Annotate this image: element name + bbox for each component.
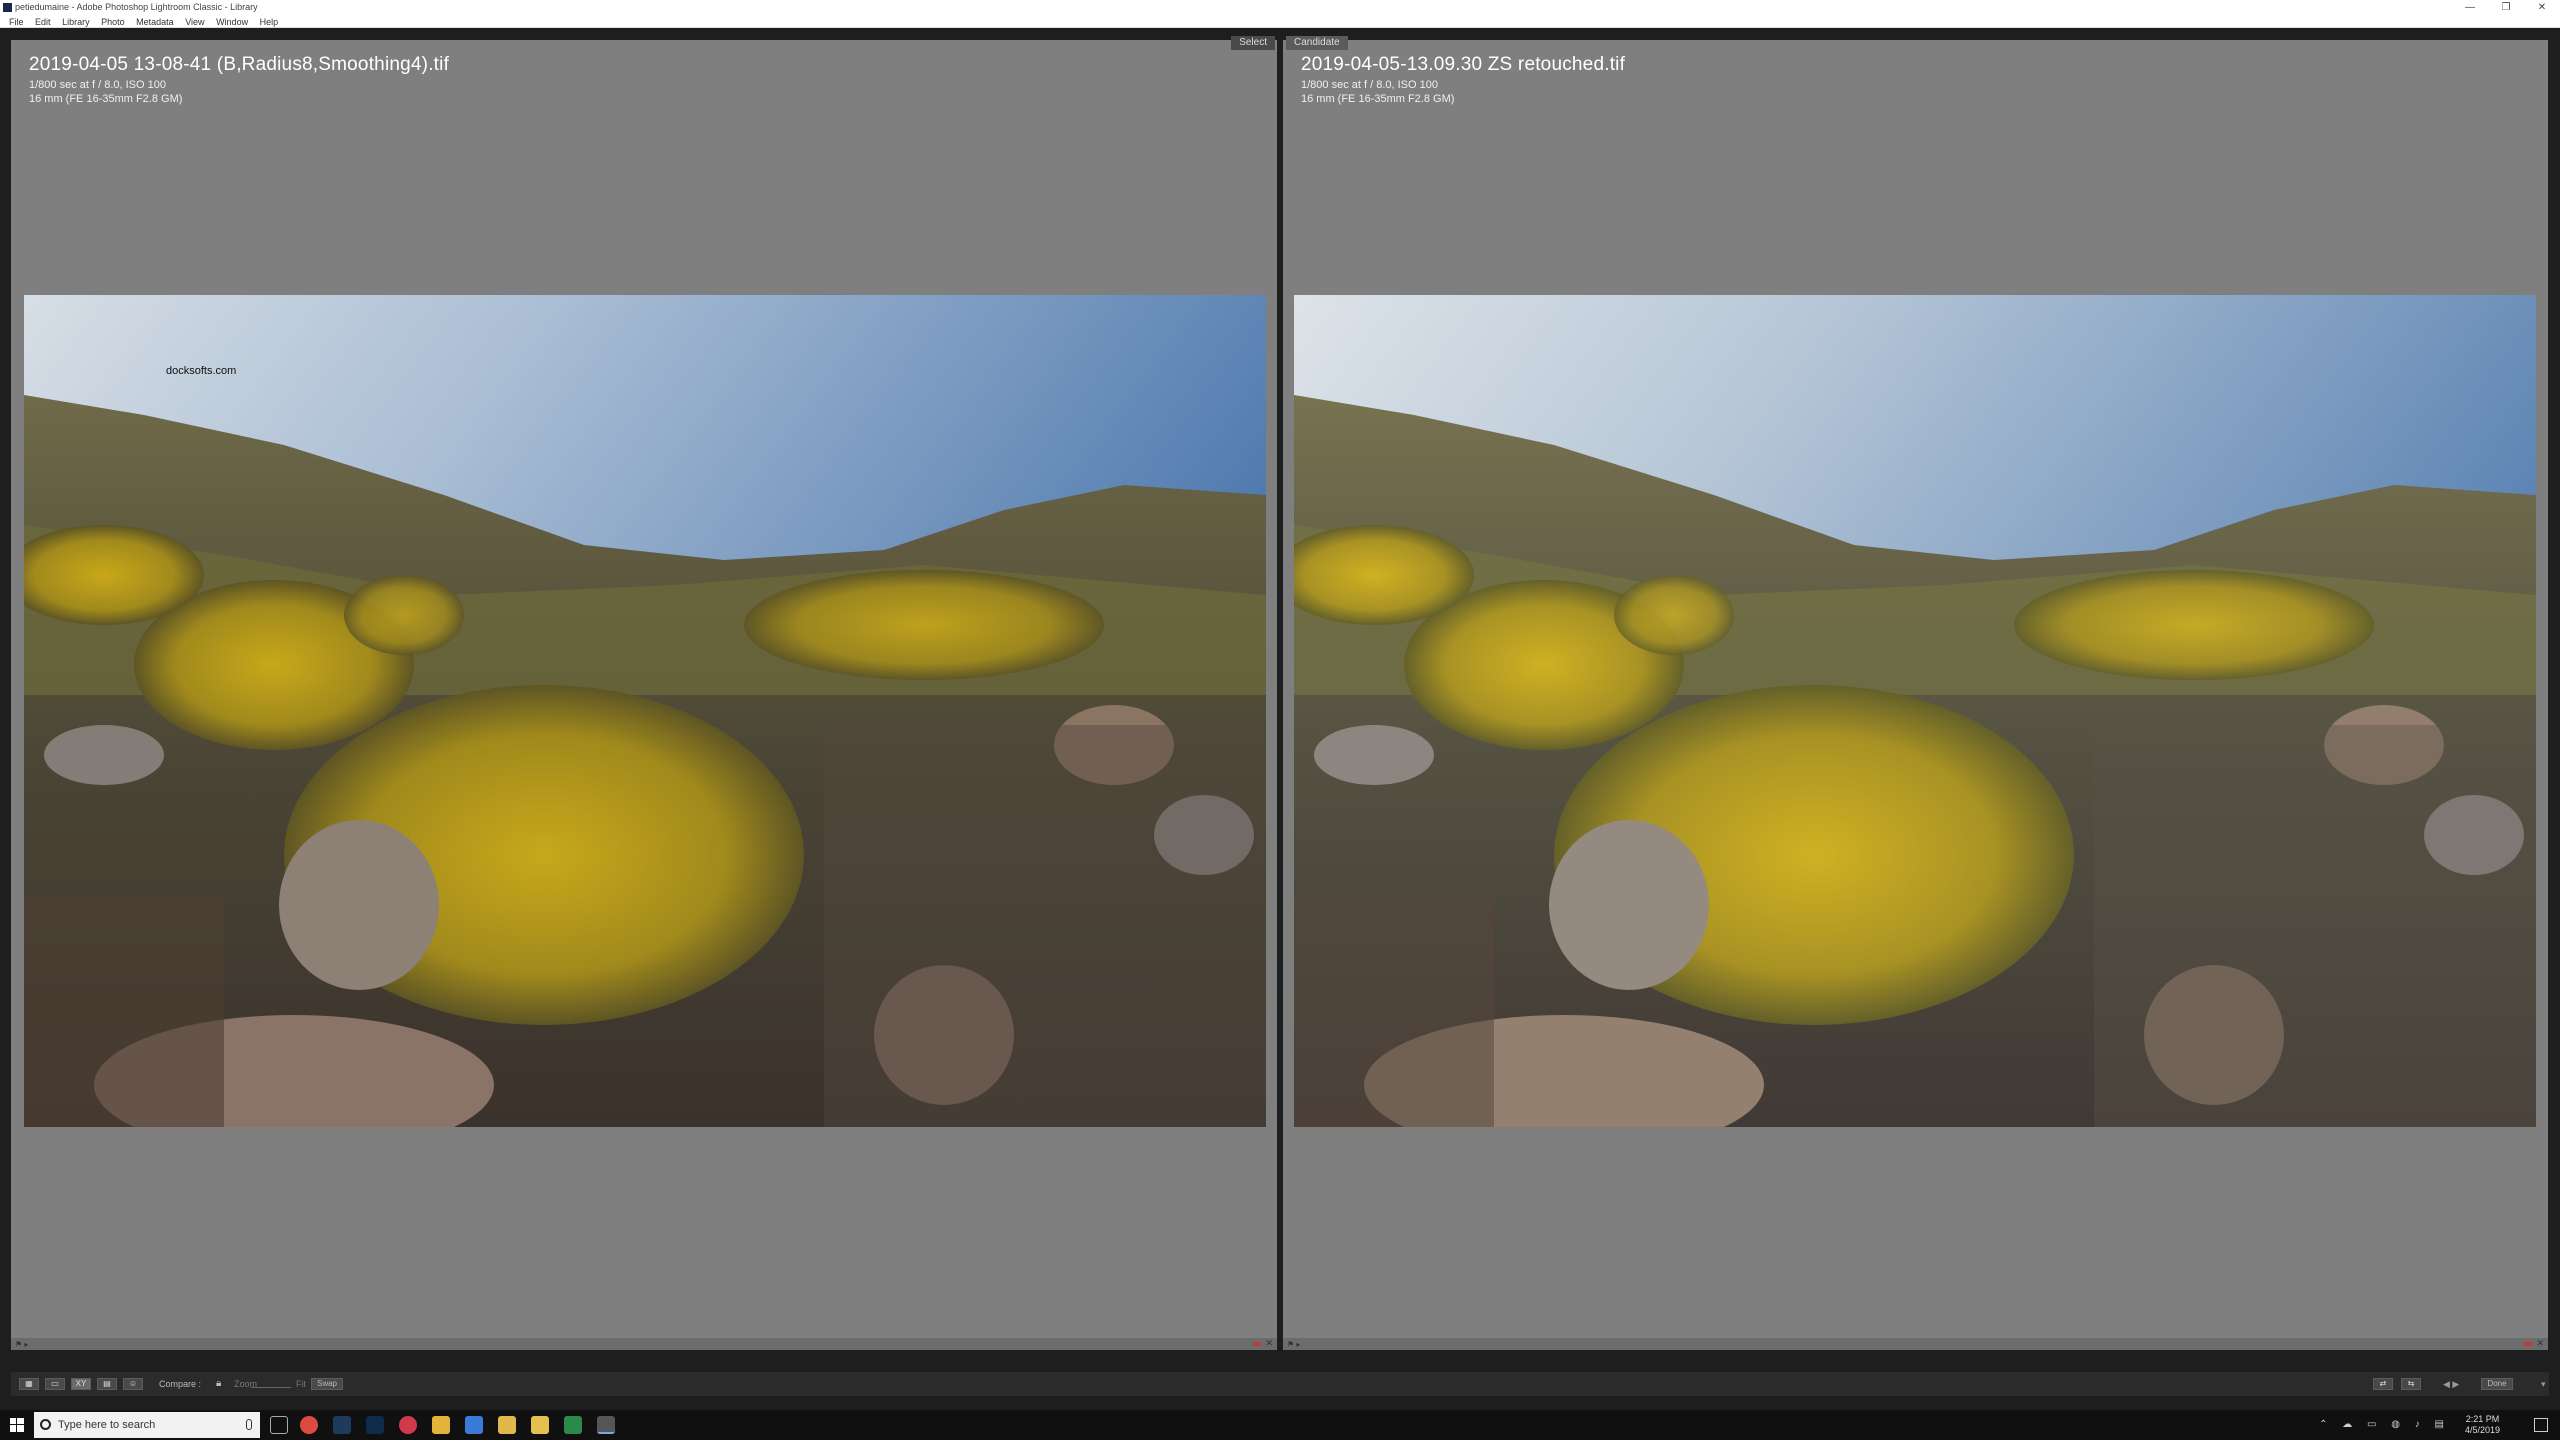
- clock-date: 4/5/2019: [2464, 1425, 2500, 1435]
- windows-start-icon[interactable]: [10, 1418, 24, 1432]
- title-bar: petiedumaine - Adobe Photoshop Lightroom…: [0, 0, 2560, 16]
- taskbar-search-box[interactable]: Type here to search: [34, 1412, 260, 1438]
- cortana-icon: [40, 1419, 51, 1430]
- app-icon-3[interactable]: [465, 1416, 483, 1434]
- fit-label: Fit: [296, 1379, 306, 1389]
- menu-photo[interactable]: Photo: [101, 16, 125, 28]
- menu-bar: File Edit Library Photo Metadata View Wi…: [0, 16, 2560, 28]
- menu-library[interactable]: Library: [62, 16, 90, 28]
- menu-edit[interactable]: Edit: [35, 16, 51, 28]
- chrome-icon[interactable]: [300, 1416, 318, 1434]
- app-icon-5[interactable]: [564, 1416, 582, 1434]
- file-explorer-icon[interactable]: [498, 1416, 516, 1434]
- candidate-pane-footer: ⚑ ▸ ✕: [1283, 1338, 2548, 1350]
- compare-label: Compare :: [159, 1379, 202, 1389]
- notification-icon[interactable]: [2534, 1418, 2548, 1432]
- photoshop-icon[interactable]: [366, 1416, 384, 1434]
- select-filename: 2019-04-05 13-08-41 (B,Radius8,Smoothing…: [29, 54, 450, 75]
- app-icon[interactable]: [399, 1416, 417, 1434]
- clock[interactable]: 2:21 PM 4/5/2019: [2465, 1414, 2500, 1436]
- microphone-icon[interactable]: [246, 1419, 252, 1430]
- candidate-exposure-info: 1/800 sec at f / 8.0, ISO 100: [1301, 79, 1438, 91]
- swap-button[interactable]: Swap: [311, 1378, 343, 1390]
- people-view-icon[interactable]: ☺: [123, 1378, 143, 1390]
- candidate-photo[interactable]: [1294, 295, 2536, 1127]
- grid-view-icon[interactable]: ▦: [19, 1378, 39, 1390]
- candidate-lens-info: 16 mm (FE 16-35mm F2.8 GM): [1301, 93, 1455, 105]
- app-icon-2[interactable]: [432, 1416, 450, 1434]
- compare-toolbar: ▦ ▭ XY ▤ ☺ Compare : 🔒︎ Zoom Fit Swap ⇄ …: [11, 1372, 2549, 1396]
- flag-icon[interactable]: ⚑ ▸: [1287, 1340, 1300, 1349]
- menu-file[interactable]: File: [9, 16, 24, 28]
- window-title: petiedumaine - Adobe Photoshop Lightroom…: [15, 2, 258, 12]
- landscape-photo-right: [1294, 295, 2536, 1127]
- menu-help[interactable]: Help: [260, 16, 279, 28]
- select-photo[interactable]: docksofts.com: [24, 295, 1266, 1127]
- windows-taskbar: Type here to search ⌃ ☁ ▭ ◍ ♪ ▤ 2:21 PM …: [0, 1410, 2560, 1440]
- minimize-button[interactable]: —: [2452, 0, 2488, 16]
- lightroom-main: Select 2019-04-05 13-08-41 (B,Radius8,Sm…: [0, 28, 2560, 1410]
- color-label-icon[interactable]: [1253, 1342, 1261, 1346]
- system-tray-icons[interactable]: ⌃ ☁ ▭ ◍ ♪ ▤: [2319, 1419, 2450, 1430]
- candidate-filename: 2019-04-05-13.09.30 ZS retouched.tif: [1301, 54, 1626, 75]
- compare-view-button[interactable]: XY: [71, 1378, 91, 1390]
- lock-icon[interactable]: 🔒︎: [216, 1377, 221, 1391]
- search-placeholder: Type here to search: [58, 1419, 156, 1431]
- swap-icon[interactable]: ⇆: [2401, 1378, 2421, 1390]
- color-label-icon[interactable]: [2524, 1342, 2532, 1346]
- zoom-slider[interactable]: [251, 1387, 291, 1388]
- survey-view-icon[interactable]: ▤: [97, 1378, 117, 1390]
- menu-window[interactable]: Window: [216, 16, 248, 28]
- prev-next-arrows[interactable]: ◀ ▶: [2443, 1377, 2459, 1391]
- reject-icon[interactable]: ✕: [2536, 1338, 2544, 1349]
- menu-view[interactable]: View: [185, 16, 204, 28]
- lightroom-app-icon: [3, 3, 12, 12]
- app-icon-4[interactable]: [531, 1416, 549, 1434]
- close-button[interactable]: ✕: [2524, 0, 2560, 16]
- select-lens-info: 16 mm (FE 16-35mm F2.8 GM): [29, 93, 183, 105]
- watermark-text: docksofts.com: [166, 365, 237, 377]
- lightroom-icon[interactable]: [333, 1416, 351, 1434]
- select-tag: Select: [1231, 36, 1275, 50]
- menu-metadata[interactable]: Metadata: [136, 16, 174, 28]
- candidate-tag: Candidate: [1286, 36, 1348, 50]
- toolbar-menu-icon[interactable]: ▾: [2541, 1377, 2546, 1391]
- reject-icon[interactable]: ✕: [1265, 1338, 1273, 1349]
- loupe-view-icon[interactable]: ▭: [45, 1378, 65, 1390]
- zoom-label: Zoom: [234, 1379, 258, 1389]
- candidate-pane[interactable]: Candidate 2019-04-05-13.09.30 ZS retouch…: [1283, 36, 2548, 1350]
- maximize-button[interactable]: ❐: [2488, 0, 2524, 16]
- task-view-icon[interactable]: [270, 1416, 288, 1434]
- flag-icon[interactable]: ⚑ ▸: [15, 1340, 28, 1349]
- done-button[interactable]: Done: [2481, 1378, 2513, 1390]
- active-app-icon[interactable]: [597, 1416, 615, 1434]
- make-select-icon[interactable]: ⇄: [2373, 1378, 2393, 1390]
- select-pane[interactable]: Select 2019-04-05 13-08-41 (B,Radius8,Sm…: [11, 36, 1277, 1350]
- select-pane-footer: ⚑ ▸ ✕: [11, 1338, 1277, 1350]
- landscape-photo-left: [24, 295, 1266, 1127]
- select-exposure-info: 1/800 sec at f / 8.0, ISO 100: [29, 79, 166, 91]
- clock-time: 2:21 PM: [2465, 1414, 2500, 1424]
